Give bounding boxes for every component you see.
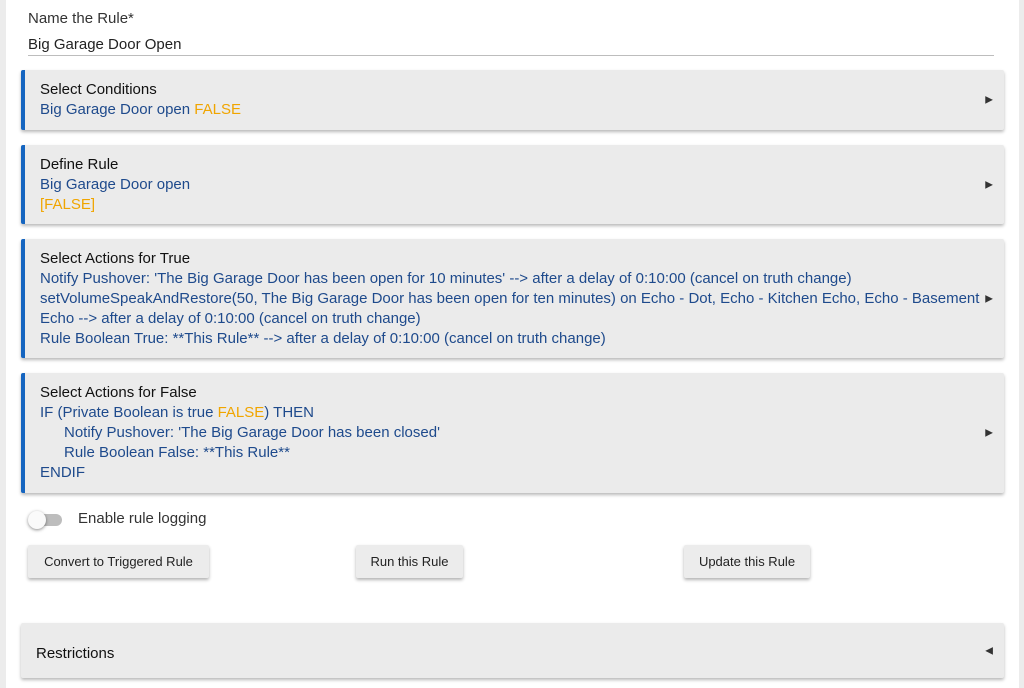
condition-state-flag: FALSE <box>194 101 241 118</box>
action-line: setVolumeSpeakAndRestore(50, The Big Gar… <box>40 290 980 307</box>
rule-name-input[interactable] <box>28 33 994 56</box>
collapse-arrow-icon[interactable]: ◀ <box>985 645 993 656</box>
action-line: Notify Pushover: 'The Big Garage Door ha… <box>64 424 440 441</box>
actions-false-title: Select Actions for False <box>40 384 197 401</box>
expand-arrow-icon[interactable]: ▶ <box>985 179 993 190</box>
rule-editor-page: Name the Rule* Select Conditions Big Gar… <box>6 0 1019 688</box>
condition-text: Big Garage Door open <box>40 101 195 118</box>
actions-true-title: Select Actions for True <box>40 250 191 267</box>
if-line: IF (Private Boolean is true FALSE) THEN <box>40 403 974 423</box>
action-line: Notify Pushover: 'The Big Garage Door ha… <box>40 270 852 287</box>
select-conditions-section[interactable]: Select Conditions Big Garage Door open F… <box>21 70 1004 130</box>
rule-name-label: Name the Rule* <box>28 10 134 27</box>
expand-arrow-icon[interactable]: ▶ <box>985 293 993 304</box>
update-rule-button[interactable]: Update this Rule <box>684 545 810 578</box>
toggle-knob <box>28 511 46 529</box>
define-rule-section[interactable]: Define Rule Big Garage Door open [FALSE]… <box>21 145 1004 224</box>
rule-logging-label: Enable rule logging <box>78 510 207 527</box>
rule-logging-toggle[interactable] <box>28 511 64 529</box>
action-line: Echo --> after a delay of 0:10:00 (cance… <box>40 310 421 327</box>
define-rule-state: [FALSE] <box>40 196 96 213</box>
endif-line: ENDIF <box>40 464 85 481</box>
actions-true-section[interactable]: Select Actions for True Notify Pushover:… <box>21 239 1004 358</box>
expand-arrow-icon[interactable]: ▶ <box>985 428 993 439</box>
action-line: Rule Boolean False: **This Rule** <box>64 444 290 461</box>
define-rule-title: Define Rule <box>40 156 119 173</box>
condition-line: Big Garage Door open FALSE <box>40 100 974 120</box>
select-conditions-title: Select Conditions <box>40 81 157 98</box>
if-prefix: IF (Private Boolean is true <box>40 404 218 421</box>
action-line: Rule Boolean True: **This Rule** --> aft… <box>40 330 606 347</box>
restrictions-section[interactable]: Restrictions ◀ <box>21 623 1004 678</box>
run-rule-button[interactable]: Run this Rule <box>356 545 463 578</box>
actions-false-section[interactable]: Select Actions for False IF (Private Boo… <box>21 373 1004 493</box>
restrictions-title: Restrictions <box>36 645 115 662</box>
expand-arrow-icon[interactable]: ▶ <box>985 95 993 106</box>
define-rule-expression: Big Garage Door open <box>40 176 191 193</box>
convert-to-triggered-rule-button[interactable]: Convert to Triggered Rule <box>28 545 209 578</box>
if-state-flag: FALSE <box>217 404 265 421</box>
if-suffix: ) THEN <box>264 404 315 421</box>
